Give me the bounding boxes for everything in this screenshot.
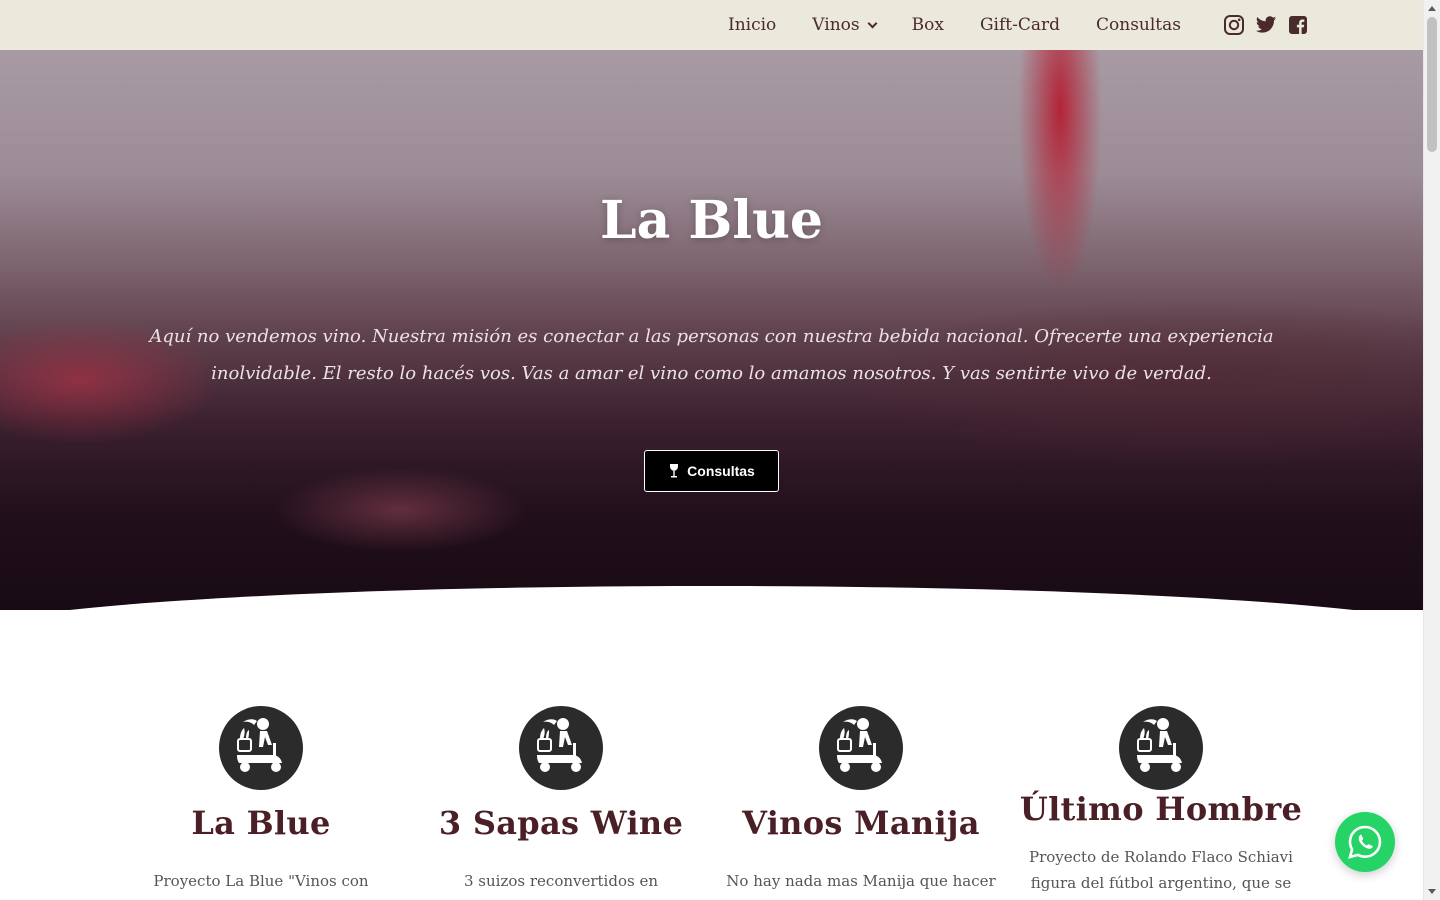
scooter-logo-icon[interactable] (819, 706, 903, 790)
scroll-up-icon[interactable] (1428, 6, 1436, 11)
hero-section: La Blue Aquí no vendemos vino. Nuestra m… (0, 50, 1423, 610)
nav-label: Inicio (728, 15, 777, 35)
whatsapp-button[interactable] (1335, 812, 1395, 872)
nav-item-inicio[interactable]: Inicio (728, 15, 776, 35)
brand-title: Último Hombre (1019, 790, 1303, 828)
brand-card: La Blue Proyecto La Blue "Vinos con hist… (111, 706, 411, 900)
hero-curve-divider (0, 586, 1423, 610)
consultas-button-label: Consultas (687, 463, 755, 479)
whatsapp-icon (1348, 825, 1382, 859)
scooter-logo-icon[interactable] (519, 706, 603, 790)
twitter-icon[interactable] (1255, 14, 1277, 36)
instagram-icon[interactable] (1223, 14, 1245, 36)
brand-card: Vinos Manija No hay nada mas Manija que … (711, 706, 1011, 900)
site-header: Inicio Vinos Box Gift-Card Consultas (0, 0, 1423, 50)
brand-title: 3 Sapas Wine (438, 804, 684, 842)
scrollbar[interactable] (1423, 0, 1440, 900)
consultas-button[interactable]: Consultas (644, 450, 779, 492)
nav-item-vinos[interactable]: Vinos (812, 15, 878, 35)
hero-text: Aquí no vendemos vino. Nuestra misión es… (149, 326, 1274, 384)
main-nav: Inicio Vinos Box Gift-Card Consultas (710, 0, 1217, 50)
brand-card: Último Hombre Proyecto de Rolando Flaco … (1011, 706, 1311, 900)
brand-description: 3 suizos reconvertidos en (464, 872, 658, 890)
nav-label: Box (911, 15, 944, 35)
nav-label: Consultas (1096, 15, 1181, 35)
wine-brands: La Blue Proyecto La Blue "Vinos con hist… (111, 706, 1311, 900)
brand-description: No hay nada mas Manija que hacer (726, 872, 996, 890)
brand-description: Proyecto de Rolando Flaco Schiavi figura… (1029, 848, 1293, 892)
nav-item-consultas[interactable]: Consultas (1096, 15, 1181, 35)
scrollbar-thumb[interactable] (1427, 17, 1437, 152)
scooter-logo-icon[interactable] (219, 706, 303, 790)
nav-item-box[interactable]: Box (912, 15, 944, 35)
nav-label: Vinos (812, 15, 860, 35)
scooter-logo-icon[interactable] (1119, 706, 1203, 790)
hero-title: La Blue (600, 190, 823, 251)
nav-label: Gift-Card (979, 15, 1060, 35)
wine-glass-icon (670, 464, 679, 478)
scroll-down-icon[interactable] (1428, 889, 1436, 894)
brand-title: Vinos Manija (742, 804, 980, 842)
social-links (1223, 14, 1319, 36)
brand-description: Proyecto La Blue "Vinos con historia" (153, 872, 369, 900)
brand-title: La Blue (191, 804, 331, 842)
facebook-icon[interactable] (1287, 14, 1309, 36)
nav-item-gift-card[interactable]: Gift-Card (980, 15, 1060, 35)
chevron-down-icon (867, 18, 878, 28)
brand-card: 3 Sapas Wine 3 suizos reconvertidos en (411, 706, 711, 900)
